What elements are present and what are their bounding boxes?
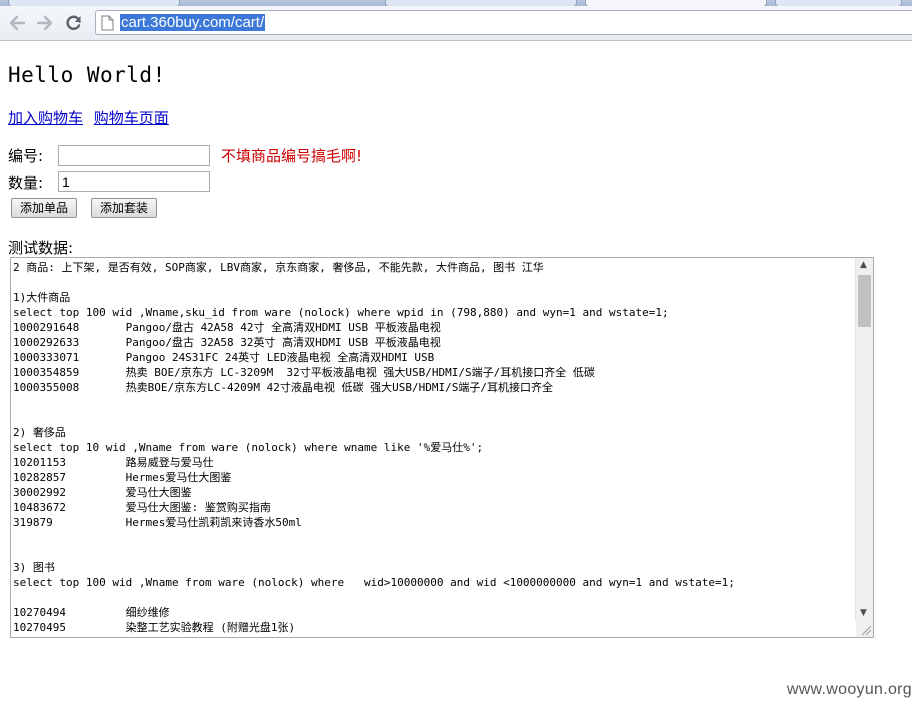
- id-input[interactable]: [58, 145, 210, 166]
- reload-icon: [66, 15, 81, 30]
- address-bar[interactable]: cart.360buy.com/cart/: [95, 10, 912, 35]
- add-to-cart-link[interactable]: 加入购物车: [8, 109, 83, 127]
- browser-toolbar: cart.360buy.com/cart/: [0, 6, 912, 41]
- test-data-textarea[interactable]: 2 商品: 上下架, 是否有效, SOP商家, LBV商家, 京东商家, 奢侈品…: [10, 257, 874, 638]
- page-icon: [101, 15, 114, 31]
- textarea-scrollbar[interactable]: ▲ ▼: [855, 258, 873, 620]
- textarea-resize-handle[interactable]: [856, 620, 873, 637]
- page-content: Hello World! 加入购物车 购物车页面 编号: 不填商品编号搞毛啊! …: [0, 41, 912, 701]
- back-button[interactable]: [6, 12, 28, 34]
- id-label: 编号:: [8, 147, 44, 165]
- quantity-input[interactable]: [58, 171, 210, 192]
- id-warning: 不填商品编号搞毛啊!: [221, 147, 363, 165]
- reload-button[interactable]: [63, 12, 85, 34]
- watermark: www.wooyun.org: [786, 681, 912, 698]
- scrollbar-thumb[interactable]: [858, 275, 871, 327]
- cart-page-link[interactable]: 购物车页面: [94, 109, 169, 127]
- add-single-button[interactable]: 添加单品: [11, 198, 77, 218]
- add-bundle-button[interactable]: 添加套装: [91, 198, 157, 218]
- back-arrow-icon: [9, 15, 26, 31]
- quantity-label: 数量:: [8, 174, 44, 192]
- page-heading: Hello World!: [8, 63, 166, 87]
- forward-arrow-icon: [36, 15, 53, 31]
- address-url[interactable]: cart.360buy.com/cart/: [120, 14, 266, 31]
- forward-button[interactable]: [34, 12, 56, 34]
- scroll-up-icon[interactable]: ▲: [860, 260, 867, 270]
- scroll-down-icon[interactable]: ▼: [860, 608, 867, 618]
- test-data-label: 测试数据:: [8, 239, 74, 257]
- resize-grip-icon: [861, 625, 872, 636]
- link-bar: 加入购物车 购物车页面: [8, 107, 175, 128]
- test-data-text[interactable]: 2 商品: 上下架, 是否有效, SOP商家, LBV商家, 京东商家, 奢侈品…: [13, 260, 735, 637]
